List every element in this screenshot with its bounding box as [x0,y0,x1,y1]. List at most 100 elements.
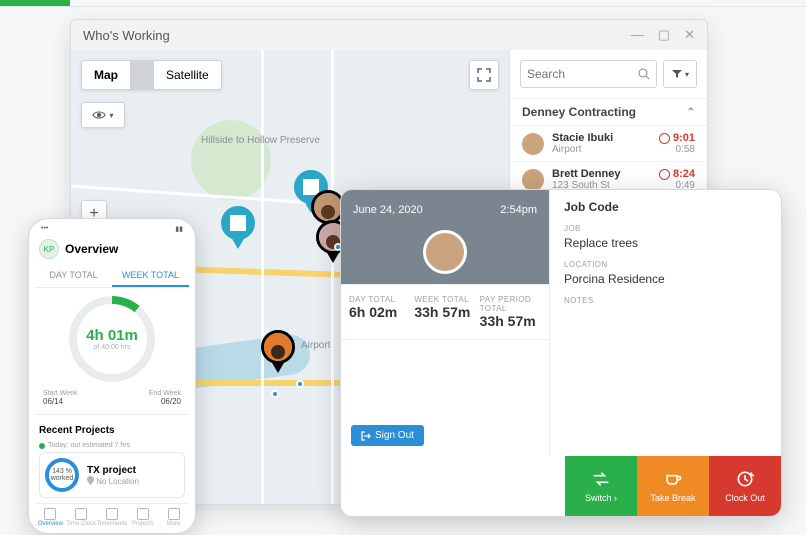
map-waypoint-dot [271,390,279,398]
phone-header: KP Overview [35,235,189,265]
tabbar-icon [44,508,56,520]
maximize-icon[interactable]: ▢ [658,27,670,43]
total-value: 33h 57m [480,313,541,329]
employee-avatar [522,133,544,155]
map-label-airport: Airport [301,340,330,351]
clock-icon [659,133,670,144]
overview-tabs: DAY TOTAL WEEK TOTAL [35,265,189,288]
location-label: LOCATION [564,260,767,269]
tabbar-item[interactable]: Timesheets [97,508,128,527]
total-label: WEEK TOTAL [414,295,475,304]
clock-out-icon [735,469,755,489]
location-pin-icon [87,476,94,485]
timesheet-date: June 24, 2020 [353,204,423,216]
hours-sublabel: of 40:00 hrs [86,344,138,351]
total-value: 33h 57m [414,304,475,320]
total-label: PAY PERIOD TOTAL [480,295,541,313]
map-waypoint-dot [296,380,304,388]
start-week-label: Start Week [43,390,78,397]
chevron-down-icon: ▾ [109,111,113,120]
tabbar-label: Projects [132,521,154,527]
employee-name: Brett Denney [552,168,651,180]
window-title: Who's Working [83,28,170,43]
job-value[interactable]: Replace trees [564,236,767,250]
end-week-label: End Week [149,390,181,397]
project-location: No Location [87,476,179,486]
map-pin-building[interactable] [221,206,255,250]
page-title: Overview [65,242,118,256]
timesheet-avatar-row [341,230,549,284]
group-name: Denney Contracting [522,105,636,119]
take-break-button[interactable]: Take Break [637,456,709,516]
job-code-header: Job Code [564,200,767,214]
map-label-park: Hillside to Hollow Preserve [201,135,320,146]
total-value: 6h 02m [349,304,410,320]
tabbar-label: More [167,521,181,527]
status-dot-icon [39,443,45,449]
tabbar-icon [168,508,180,520]
tabbar-item[interactable]: Time Clock [66,508,97,527]
map-park [191,120,271,200]
week-range: Start Week06/14 End Week06/20 [35,386,189,415]
end-week-value: 06/20 [161,397,181,406]
employee-clockin-time: 9:01 [659,132,695,144]
map-type-toggle: Map Satellite [81,60,222,90]
phone-tabbar: OverviewTime ClockTimesheets Projects More [35,503,189,531]
map-pin-person[interactable] [261,330,295,374]
project-name: TX project [87,465,179,476]
clock-icon [659,169,670,180]
hours-value: 4h 01m [86,327,138,344]
tabbar-label: Overview [38,521,63,527]
tabbar-label: Time Clock [66,521,96,527]
filter-button[interactable]: ▾ [663,60,697,88]
employee-row[interactable]: Stacie IbukiAirport 9:010:58 [510,126,707,162]
search-icon [638,68,650,80]
search-input[interactable] [527,67,638,81]
clock-out-button[interactable]: Clock Out [709,456,781,516]
tabbar-item[interactable]: Overview [35,508,66,527]
switch-button[interactable]: Switch › [565,456,637,516]
start-week-value: 06/14 [43,397,63,406]
chevron-up-icon: ⌃ [687,107,695,118]
timesheet-summary-pane: June 24, 2020 2:54pm DAY TOTAL6h 02mWEEK… [341,190,549,456]
employee-duration: 0:58 [659,144,695,155]
employee-clockin-time: 8:24 [659,168,695,180]
location-value[interactable]: Porcina Residence [564,272,767,286]
sign-out-icon [361,431,371,441]
employee-group-header[interactable]: Denney Contracting ⌃ [510,98,707,126]
employee-location: Airport [552,144,651,155]
timesheet-totals: DAY TOTAL6h 02mWEEK TOTAL33h 57mPAY PERI… [341,284,549,340]
tabbar-icon [106,508,118,520]
user-avatar[interactable]: KP [39,239,59,259]
employee-avatar[interactable] [423,230,467,274]
tab-day-total[interactable]: DAY TOTAL [35,265,112,287]
tab-week-total[interactable]: WEEK TOTAL [112,265,189,287]
minimize-icon[interactable]: — [631,27,644,43]
total-block: PAY PERIOD TOTAL33h 57m [480,295,541,329]
tabbar-item[interactable]: More [158,508,189,527]
timesheet-action-bar: Switch › Take Break Clock Out [565,456,781,516]
tabbar-label: Timesheets [97,521,128,527]
project-card[interactable]: 143 % worked TX project No Location [39,452,185,498]
chevron-down-icon: ▾ [685,70,689,79]
switch-icon [591,469,611,489]
tabbar-icon [137,508,149,520]
visibility-dropdown[interactable]: ▾ [81,102,125,128]
total-label: DAY TOTAL [349,295,410,304]
window-titlebar: Who's Working — ▢ ✕ [71,20,707,50]
hours-progress-ring: 4h 01m of 40:00 hrs [69,296,155,382]
job-label: JOB [564,224,767,233]
map-tab-map[interactable]: Map [82,61,130,89]
phone-statusbar: •••▮▮ [35,225,189,235]
timesheet-details-pane: Job Code JOB Replace trees LOCATION Porc… [549,190,781,456]
map-tab-satellite[interactable]: Satellite [154,61,221,89]
phone-frame: •••▮▮ KP Overview DAY TOTAL WEEK TOTAL 4… [28,218,196,534]
tabbar-item[interactable]: Projects [127,508,158,527]
coffee-icon [663,469,683,489]
search-box[interactable] [520,60,657,88]
employee-name: Stacie Ibuki [552,132,651,144]
recent-projects-title: Recent Projects [39,425,185,436]
close-icon[interactable]: ✕ [684,27,695,43]
sign-out-button[interactable]: Sign Out [351,425,424,446]
fullscreen-button[interactable] [469,60,499,90]
